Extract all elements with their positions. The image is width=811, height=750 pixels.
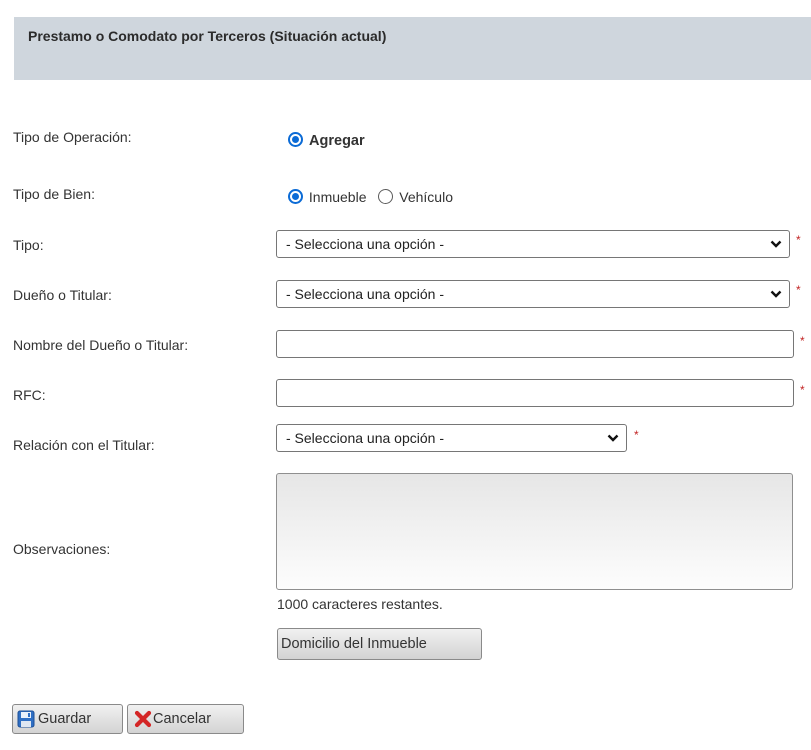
observaciones-char-counter: 1000 caracteres restantes. xyxy=(277,596,443,612)
domicilio-inmueble-button-label: Domicilio del Inmueble xyxy=(281,636,427,652)
tipo-select-value: - Selecciona una opción - xyxy=(286,236,444,252)
observaciones-textarea[interactable] xyxy=(276,473,793,590)
cancelar-button-label: Cancelar xyxy=(153,711,212,727)
chevron-down-icon xyxy=(607,434,619,442)
tipo-bien-label: Tipo de Bien: xyxy=(13,186,95,202)
dueno-label: Dueño o Titular: xyxy=(13,287,112,303)
chevron-down-icon xyxy=(770,290,782,298)
rfc-label: RFC: xyxy=(13,387,46,403)
vehiculo-radio[interactable] xyxy=(378,189,394,204)
guardar-button[interactable]: Guardar xyxy=(12,704,123,734)
cancelar-button[interactable]: Cancelar xyxy=(127,704,244,734)
relacion-label: Relación con el Titular: xyxy=(13,437,155,453)
observaciones-value xyxy=(277,474,792,486)
tipo-operacion-group: Agregar xyxy=(288,132,365,149)
relacion-required-mark: * xyxy=(634,428,639,442)
chevron-down-icon xyxy=(770,240,782,248)
nombre-dueno-required-mark: * xyxy=(800,334,805,348)
inmueble-radio[interactable] xyxy=(288,189,303,204)
agregar-radio-label[interactable]: Agregar xyxy=(309,133,365,149)
agregar-radio[interactable] xyxy=(288,132,303,147)
nombre-dueno-label: Nombre del Dueño o Titular: xyxy=(13,337,189,353)
guardar-button-label: Guardar xyxy=(38,711,92,727)
nombre-dueno-input[interactable] xyxy=(276,330,794,358)
red-x-icon xyxy=(134,710,152,728)
tipo-bien-group: Inmueble Vehículo xyxy=(288,189,453,205)
vehiculo-radio-label[interactable]: Vehículo xyxy=(399,189,453,205)
inmueble-radio-label[interactable]: Inmueble xyxy=(309,189,367,205)
rfc-required-mark: * xyxy=(800,383,805,397)
rfc-value xyxy=(277,380,793,390)
domicilio-inmueble-button[interactable]: Domicilio del Inmueble xyxy=(277,628,482,660)
floppy-disk-icon xyxy=(17,710,35,728)
tipo-select[interactable]: - Selecciona una opción - xyxy=(276,230,790,258)
tipo-label: Tipo: xyxy=(13,237,44,253)
relacion-select-value: - Selecciona una opción - xyxy=(286,430,444,446)
observaciones-label: Observaciones: xyxy=(13,541,111,557)
tipo-required-mark: * xyxy=(796,233,801,247)
relacion-select[interactable]: - Selecciona una opción - xyxy=(276,424,627,452)
section-title: Prestamo o Comodato por Terceros (Situac… xyxy=(28,28,387,44)
dueno-select-value: - Selecciona una opción - xyxy=(286,286,444,302)
tipo-operacion-label: Tipo de Operación: xyxy=(13,129,132,145)
rfc-input[interactable] xyxy=(276,379,794,407)
dueno-required-mark: * xyxy=(796,283,801,297)
dueno-select[interactable]: - Selecciona una opción - xyxy=(276,280,790,308)
nombre-dueno-value xyxy=(277,331,793,341)
section-header: Prestamo o Comodato por Terceros (Situac… xyxy=(14,17,811,80)
